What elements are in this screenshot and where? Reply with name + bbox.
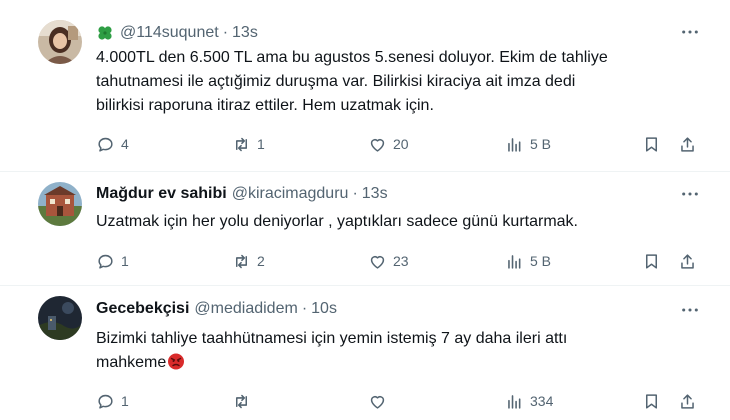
tweet-actions: 4 1 20 5 B xyxy=(96,133,706,155)
avatar[interactable] xyxy=(38,296,82,340)
tweet-text-line: Uzatmak için her yolu deniyorlar , yaptı… xyxy=(96,213,578,230)
user-handle[interactable]: @114suqunet xyxy=(120,24,219,42)
retweet-button[interactable]: 2 xyxy=(232,250,265,272)
retweet-icon xyxy=(232,392,251,411)
like-count: 20 xyxy=(393,136,409,152)
four-leaf-clover-icon xyxy=(96,24,114,42)
views-count: 334 xyxy=(530,393,554,409)
bookmark-button[interactable] xyxy=(642,133,661,155)
separator-dot: · xyxy=(222,24,229,41)
angry-face-emoji-icon xyxy=(167,352,185,370)
views-bar-chart-icon xyxy=(505,392,524,411)
reply-icon xyxy=(96,392,115,411)
tweet-text-line: mahkeme xyxy=(96,354,167,371)
share-icon xyxy=(678,135,697,154)
share-button[interactable] xyxy=(678,133,697,155)
tweet-text: 4.000TL den 6.500 TL ama bu agustos 5.se… xyxy=(96,46,696,118)
display-name[interactable]: Gecebekçisi xyxy=(96,300,189,318)
heart-icon xyxy=(368,392,387,411)
avatar[interactable] xyxy=(38,20,82,64)
share-icon xyxy=(678,392,697,411)
tweet-header: @114suqunet · 13s xyxy=(96,22,258,44)
views-button[interactable]: 334 xyxy=(505,390,553,412)
bookmark-icon xyxy=(642,135,661,154)
heart-icon xyxy=(368,135,387,154)
reply-button[interactable]: 4 xyxy=(96,133,129,155)
reply-button[interactable]: 1 xyxy=(96,250,129,272)
reply-count: 4 xyxy=(121,136,129,152)
separator-dot: · xyxy=(352,185,358,202)
like-button[interactable] xyxy=(368,390,387,412)
tweet-header: Mağdur ev sahibi @kiracimagduru · 13s xyxy=(96,183,388,205)
reply-count: 1 xyxy=(121,393,129,409)
more-dots-icon[interactable] xyxy=(676,300,704,320)
views-bar-chart-icon xyxy=(505,252,524,271)
views-bar-chart-icon xyxy=(505,135,524,154)
more-dots-icon[interactable] xyxy=(676,184,704,204)
timestamp[interactable]: 10s xyxy=(311,300,337,318)
separator-dot: · xyxy=(301,300,308,317)
tweet-text-line: Bizimki tahliye taahhütnamesi için yemin… xyxy=(96,330,568,347)
user-handle[interactable]: @mediadidem xyxy=(194,300,297,318)
like-count: 23 xyxy=(393,253,409,269)
retweet-button[interactable]: 1 xyxy=(232,133,265,155)
reply-icon xyxy=(96,135,115,154)
user-handle[interactable]: @kiracimagduru xyxy=(232,185,349,203)
retweet-count: 1 xyxy=(257,136,265,152)
more-dots-icon[interactable] xyxy=(676,22,704,42)
retweet-button[interactable] xyxy=(232,390,251,412)
share-button[interactable] xyxy=(678,250,697,272)
heart-icon xyxy=(368,252,387,271)
views-count: 5 B xyxy=(530,253,552,269)
avatar[interactable] xyxy=(38,182,82,226)
tweet-actions: 1 2 23 5 B xyxy=(96,250,706,272)
timestamp[interactable]: 13s xyxy=(232,24,258,42)
share-icon xyxy=(678,252,697,271)
tweet-header: Gecebekçisi @mediadidem · 10s xyxy=(96,298,337,320)
timestamp[interactable]: 13s xyxy=(362,185,388,203)
tweet-text-line: 4.000TL den 6.500 TL ama bu agustos 5.se… xyxy=(96,49,608,66)
tweet-actions: 1 334 xyxy=(96,390,706,412)
tweet-text-line: bilirkisi raporuna itiraz ettiler. Hem u… xyxy=(96,97,434,114)
retweet-count: 2 xyxy=(257,253,265,269)
views-button[interactable]: 5 B xyxy=(505,250,551,272)
views-count: 5 B xyxy=(530,136,552,152)
display-name[interactable]: Mağdur ev sahibi xyxy=(96,185,227,203)
tweet-text-line-with-emoji: mahkeme xyxy=(96,351,696,375)
reply-button[interactable]: 1 xyxy=(96,390,129,412)
views-button[interactable]: 5 B xyxy=(505,133,551,155)
bookmark-button[interactable] xyxy=(642,250,661,272)
reply-count: 1 xyxy=(121,253,129,269)
like-button[interactable]: 23 xyxy=(368,250,409,272)
bookmark-button[interactable] xyxy=(642,390,661,412)
bookmark-icon xyxy=(642,392,661,411)
like-button[interactable]: 20 xyxy=(368,133,409,155)
tweet-text: Bizimki tahliye taahhütnamesi için yemin… xyxy=(96,327,696,375)
retweet-icon xyxy=(232,252,251,271)
tweet-text: Uzatmak için her yolu deniyorlar , yaptı… xyxy=(96,210,696,234)
tweet-text-line: tahutnamesi ile açtığimiz duruşma var. B… xyxy=(96,73,576,90)
retweet-icon xyxy=(232,135,251,154)
share-button[interactable] xyxy=(678,390,697,412)
reply-icon xyxy=(96,252,115,271)
bookmark-icon xyxy=(642,252,661,271)
